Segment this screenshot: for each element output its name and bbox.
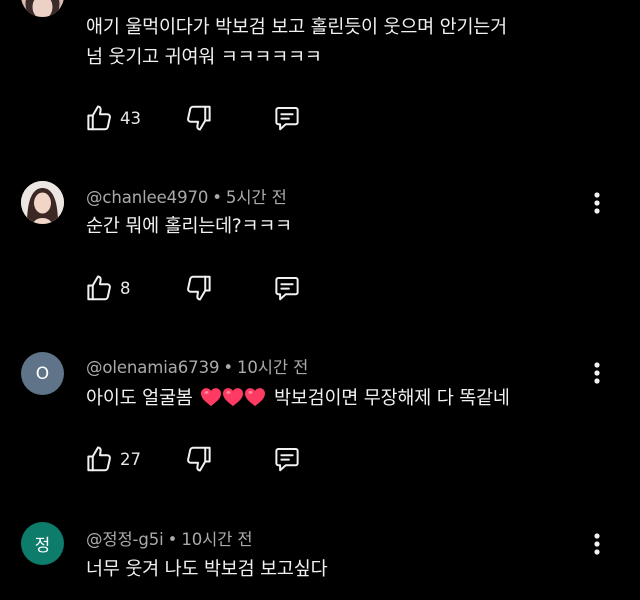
author-handle[interactable]: @정정-g5i <box>86 530 164 549</box>
like-button[interactable]: 27 <box>84 443 141 475</box>
comment-text: 순간 뭐에 홀리는데?ㅋㅋㅋ <box>86 212 596 242</box>
thumbs-up-icon <box>87 446 111 472</box>
comment-actions: 8 <box>84 272 324 304</box>
avatar[interactable] <box>21 181 64 224</box>
like-count: 8 <box>120 278 131 298</box>
more-vert-icon <box>594 533 600 555</box>
heart-emoji-icon <box>245 388 266 407</box>
comment-meta: @정정-g5i • 10시간 전 <box>86 526 253 550</box>
comment-text-part: 박보검이면 무장해제 다 똑같네 <box>273 388 510 409</box>
comment-text: 아이도 얼굴봄 박보검이면 무장해제 다 똑같네 <box>86 384 596 414</box>
comment-time: 10시간 전 <box>237 358 309 377</box>
comment-text-line: 넘 웃기고 귀여워 ㅋㅋㅋㅋㅋㅋ <box>86 47 322 68</box>
thumbs-up-icon <box>87 275 111 301</box>
dislike-button[interactable] <box>184 102 214 134</box>
reply-icon <box>275 277 299 301</box>
heart-emoji-icon <box>201 388 222 407</box>
thumbs-up-icon <box>87 105 111 131</box>
avatar[interactable]: 정 <box>21 522 64 565</box>
reply-button[interactable] <box>272 443 302 475</box>
like-count: 27 <box>120 449 141 469</box>
comment-time: 10시간 전 <box>181 530 253 549</box>
comment-text: 애기 울먹이다가 박보검 보고 홀린듯이 웃으며 안기는거 넘 웃기고 귀여워 … <box>86 13 596 73</box>
like-button[interactable]: 43 <box>84 102 141 134</box>
comment-text-line: 순간 뭐에 홀리는데?ㅋㅋㅋ <box>86 216 293 237</box>
like-button[interactable]: 8 <box>84 272 131 304</box>
reply-button[interactable] <box>272 272 302 304</box>
reply-icon <box>275 448 299 472</box>
dislike-button[interactable] <box>184 272 214 304</box>
avatar[interactable]: O <box>21 352 64 395</box>
comment-actions: 27 <box>84 443 324 475</box>
thumbs-down-icon <box>187 275 211 301</box>
comment-text-part: 아이도 얼굴봄 <box>86 388 193 409</box>
avatar-letter: O <box>35 363 50 384</box>
heart-emoji-icon <box>223 388 244 407</box>
thumbs-down-icon <box>187 446 211 472</box>
heart-emojis <box>200 388 272 409</box>
comment-meta: @chanlee4970 • 5시간 전 <box>86 184 287 208</box>
separator-dot: • <box>212 188 222 207</box>
reply-button[interactable] <box>272 102 302 134</box>
comment-text-line: 애기 울먹이다가 박보검 보고 홀린듯이 웃으며 안기는거 <box>86 17 507 38</box>
avatar[interactable] <box>21 0 64 17</box>
comment-time: 5시간 전 <box>225 188 287 207</box>
more-vert-icon <box>594 362 600 384</box>
dislike-button[interactable] <box>184 443 214 475</box>
author-handle[interactable]: @chanlee4970 <box>86 188 208 207</box>
comment-text-line: 너무 웃겨 나도 박보검 보고싶다 <box>86 559 328 580</box>
avatar-letter: 정 <box>34 536 51 556</box>
comment-meta: @olenamia6739 • 10시간 전 <box>86 354 308 378</box>
reply-icon <box>275 107 299 131</box>
comment-text: 너무 웃겨 나도 박보검 보고싶다 <box>86 555 596 585</box>
author-handle[interactable]: @olenamia6739 <box>86 358 219 377</box>
separator-dot: • <box>167 530 178 549</box>
comment-actions: 43 <box>84 102 324 134</box>
thumbs-down-icon <box>187 105 211 131</box>
like-count: 43 <box>120 108 141 128</box>
separator-dot: • <box>223 358 233 377</box>
